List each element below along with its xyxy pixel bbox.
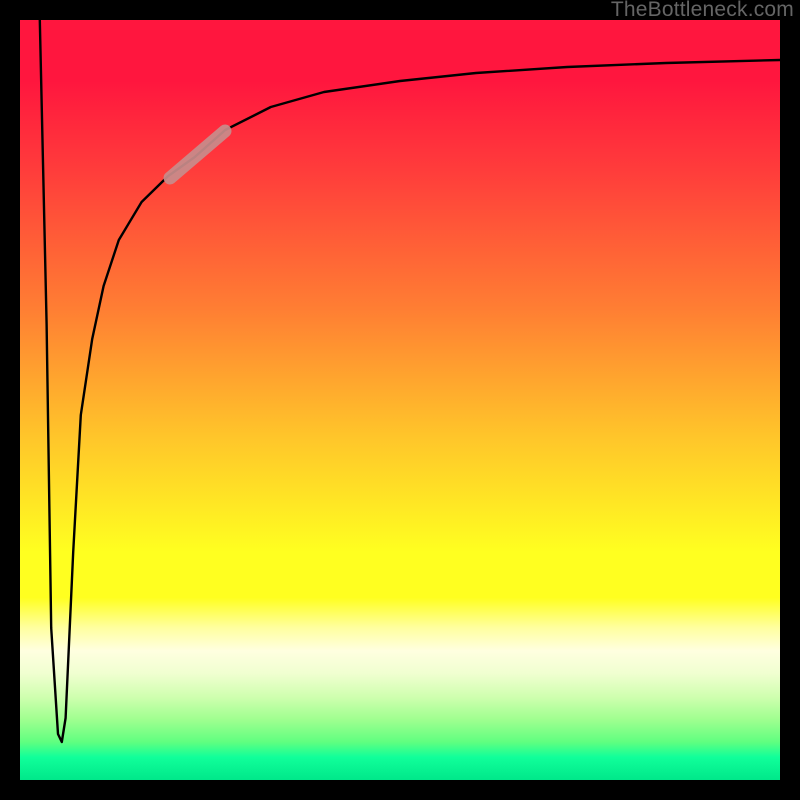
bottleneck-chart: TheBottleneck.com [0, 0, 800, 800]
curve-layer [20, 20, 780, 780]
bottleneck-curve-path [40, 20, 780, 742]
plot-area [20, 20, 780, 780]
highlight-marker [170, 131, 225, 178]
watermark-text: TheBottleneck.com [611, 0, 794, 22]
